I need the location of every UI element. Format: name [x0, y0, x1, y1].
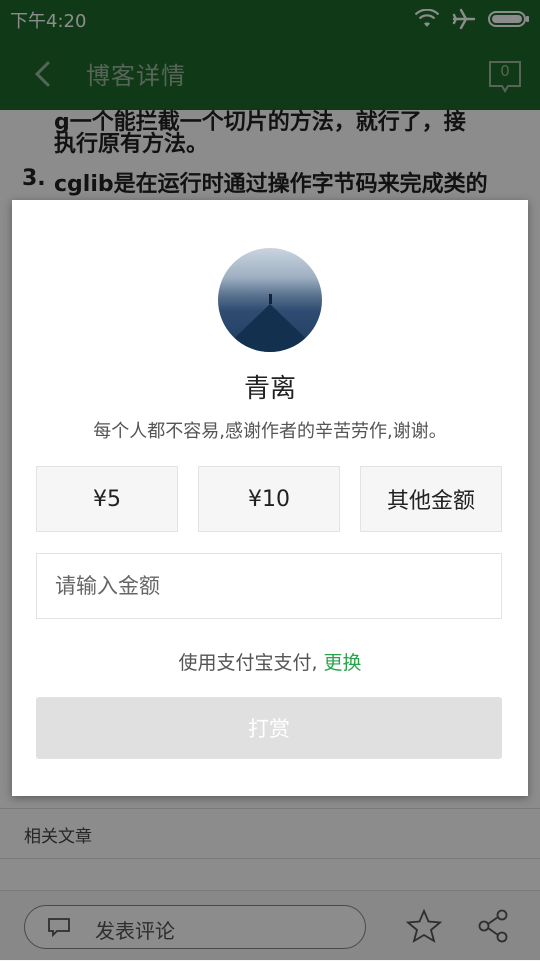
author-avatar [218, 248, 322, 352]
thanks-message: 每个人都不容易,感谢作者的辛苦劳作,谢谢。 [93, 421, 447, 442]
author-name: 青离 [243, 374, 296, 404]
amount-input[interactable] [37, 554, 501, 618]
amount-input-box [36, 553, 502, 619]
tip-button[interactable]: 打赏 [36, 697, 502, 759]
payment-method-text: 使用支付宝支付, [178, 652, 324, 674]
amount-option-5[interactable]: ¥5 [36, 466, 178, 532]
avatar-figure [269, 294, 272, 304]
avatar-mountain [220, 304, 320, 352]
amount-option-10[interactable]: ¥10 [198, 466, 340, 532]
tip-dialog: 青离 每个人都不容易,感谢作者的辛苦劳作,谢谢。 ¥5 ¥10 其他金额 使用支… [12, 200, 528, 796]
payment-method: 使用支付宝支付, 更换 [12, 648, 528, 675]
amount-option-other[interactable]: 其他金额 [360, 466, 502, 532]
change-payment-link[interactable]: 更换 [324, 652, 362, 674]
